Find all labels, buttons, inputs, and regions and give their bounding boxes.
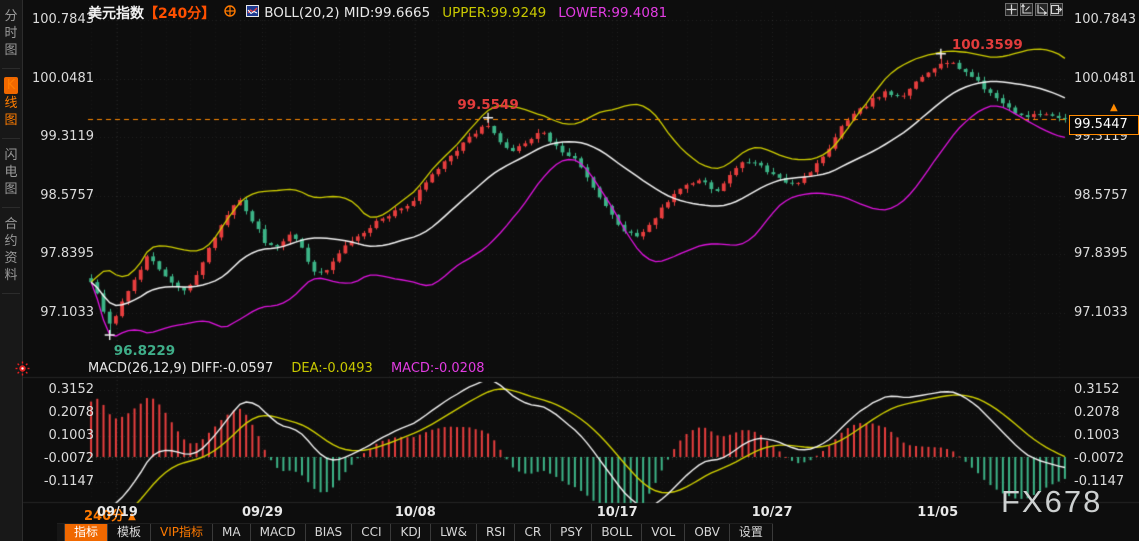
boll-lower-value: LOWER:99.4081 [558, 5, 668, 21]
toolbar-tab-8[interactable]: LW& [431, 524, 477, 541]
sidebar-item-0[interactable]: 分时图 [0, 0, 22, 68]
swing-high-annotation: 99.5549 [457, 96, 519, 113]
sidebar-item-char: 约 [4, 234, 18, 249]
toolbar-tab-12[interactable]: BOLL [592, 524, 643, 541]
axis-zoom-right-button[interactable] [1035, 3, 1048, 16]
sidebar-item-char: 图 [4, 113, 18, 128]
axis-tick-label: 100.0481 [1074, 70, 1137, 86]
toolbar-tab-15[interactable]: 设置 [729, 524, 773, 541]
sidebar-item-2[interactable]: 闪电图 [0, 139, 22, 207]
sidebar-item-char: K [3, 77, 19, 94]
sidebar-item-char: 时 [4, 26, 18, 41]
axis-tick-label: -0.0072 [1074, 450, 1125, 466]
axis-tick-label: 0.1003 [1074, 427, 1120, 443]
axis-tick-label: 100.7843 [31, 12, 94, 27]
boll-upper-value: UPPER:99.9249 [442, 5, 547, 21]
toolbar-spacer [57, 524, 65, 541]
sidebar-item-char: 分 [4, 9, 18, 24]
macd-legend: MACD(26,12,9) DIFF:-0.0597 DEA:-0.0493 M… [88, 361, 485, 376]
sidebar-item-char: 料 [4, 268, 18, 283]
axis-tick-label: 100.7843 [1074, 12, 1137, 27]
sidebar-item-char: 合 [4, 217, 18, 232]
toolbar-tab-4[interactable]: MACD [250, 524, 306, 541]
chart-application: 分时图K线图闪电图合约资料 美元指数 【240分】 BOLL(20,2) MID… [0, 0, 1139, 541]
axis-tick-label: -0.0072 [43, 450, 94, 466]
last-price-tag[interactable]: 99.5447 [1069, 114, 1139, 135]
sidebar-item-char: 闪 [4, 148, 18, 163]
axis-tick-label: 98.5757 [1074, 187, 1128, 203]
toolbar-tab-13[interactable]: VOL [642, 524, 686, 541]
macd-params-and-diff: MACD(26,12,9) DIFF:-0.0597 [88, 361, 274, 376]
toolbar-tab-11[interactable]: PSY [551, 524, 593, 541]
symbol-name: 美元指数 [88, 6, 144, 22]
price-alert-icon[interactable]: ▲ [1110, 102, 1118, 113]
toolbar-tab-0[interactable]: 指标 [65, 524, 109, 541]
date-tick-label: 09/29 [241, 505, 283, 520]
pan-right-button[interactable] [1050, 3, 1063, 16]
sidebar-separator [2, 293, 20, 294]
sidebar-item-char: 资 [4, 251, 18, 266]
toolbar-tab-5[interactable]: BIAS [305, 524, 353, 541]
collapse-indicator-icon[interactable] [224, 5, 236, 21]
axis-tick-label: 0.1003 [48, 427, 95, 443]
brand-watermark: FX678 [1001, 484, 1103, 519]
toolbar-tab-14[interactable]: OBV [685, 524, 730, 541]
macd-hist-value: MACD:-0.0208 [390, 361, 485, 376]
date-tick-label: 11/05 [917, 505, 959, 520]
date-tick-label: 10/17 [596, 505, 638, 520]
sidebar-item-char: 图 [4, 43, 18, 58]
axis-tick-label: 0.2078 [48, 404, 95, 420]
toolbar-tab-1[interactable]: 模板 [108, 524, 152, 541]
alarm-icon[interactable] [15, 361, 30, 380]
axis-tick-label: 0.2078 [1074, 404, 1120, 420]
chart-canvas[interactable] [0, 0, 1139, 541]
axis-tick-label: 98.5757 [40, 187, 94, 203]
indicator-toolbar: 指标 模板 VIP指标 MA MACD BIAS CCI KDJ LW& RSI CR PSY BOLL… [57, 523, 773, 541]
axis-tick-label: 0.3152 [1074, 381, 1120, 397]
sidebar: 分时图K线图闪电图合约资料 [0, 0, 23, 541]
axis-tick-label: 97.8395 [1074, 246, 1128, 262]
kline-mini-icon[interactable] [246, 5, 260, 21]
toolbar-tab-6[interactable]: CCI [352, 524, 392, 541]
chart-legend: 美元指数 【240分】 BOLL(20,2) MID:99.6665 UPPER… [88, 4, 667, 22]
sidebar-item-char: 电 [4, 165, 18, 180]
sidebar-item-3[interactable]: 合约资料 [0, 208, 22, 293]
sidebar-item-char: 线 [4, 96, 18, 111]
toolbar-tab-7[interactable]: KDJ [391, 524, 432, 541]
boll-params: BOLL(20,2) MID:99.6665 [264, 5, 431, 21]
toolbar-tab-10[interactable]: CR [515, 524, 552, 541]
move-chart-button[interactable] [1005, 3, 1018, 16]
period-label: 【240分】 [144, 6, 216, 22]
toolbar-tab-9[interactable]: RSI [476, 524, 516, 541]
macd-dea-value: DEA:-0.0493 [291, 361, 373, 376]
toolbar-tab-2[interactable]: VIP指标 [151, 524, 214, 541]
axis-zoom-left-button[interactable] [1020, 3, 1033, 16]
date-tick-label: 10/08 [394, 505, 436, 520]
axis-tick-label: 100.0481 [31, 70, 94, 86]
axis-tick-label: 97.8395 [40, 246, 94, 262]
axis-tick-label: 99.3119 [40, 129, 94, 145]
axis-tick-label: 97.1033 [1074, 304, 1128, 320]
sidebar-item-1[interactable]: K线图 [0, 69, 22, 138]
axis-tick-label: 97.1033 [40, 304, 94, 320]
axis-tick-label: -0.1147 [43, 473, 94, 489]
chart-tool-buttons [1005, 3, 1063, 16]
toolbar-tab-3[interactable]: MA [213, 524, 251, 541]
sidebar-item-char: 图 [4, 182, 18, 197]
date-tick-label: 10/27 [751, 505, 793, 520]
axis-tick-label: 0.3152 [48, 381, 95, 397]
date-tick-label: 09/19 [96, 505, 138, 520]
low-annotation: 96.8229 [113, 342, 176, 359]
high-annotation: 100.3599 [951, 36, 1023, 53]
